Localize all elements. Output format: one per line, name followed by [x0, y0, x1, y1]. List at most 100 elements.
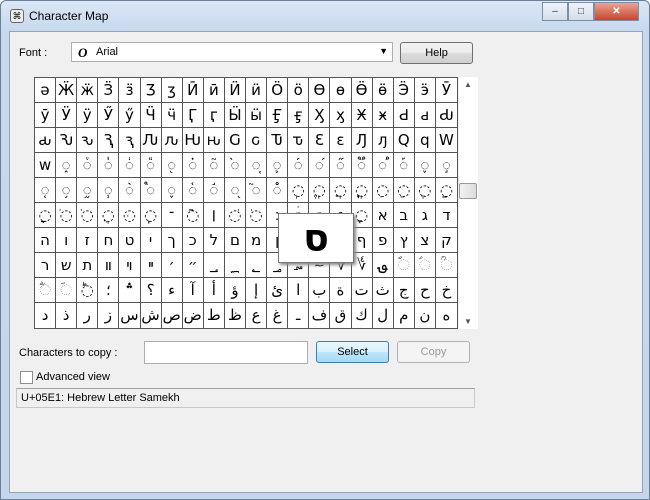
character-cell[interactable]: ◌֝ [309, 153, 331, 178]
character-cell[interactable]: װ [98, 253, 120, 278]
character-cell[interactable]: ◌֪ [161, 178, 183, 203]
character-cell[interactable]: ◌֫ [182, 178, 204, 203]
character-cell[interactable]: ء [161, 278, 183, 303]
character-cell[interactable]: ؞ [119, 278, 141, 303]
character-cell[interactable]: Ӳ [98, 103, 120, 128]
character-cell[interactable]: ׀ [203, 203, 225, 228]
character-cell[interactable]: ז [77, 228, 99, 253]
grid-scrollbar[interactable]: ▲ ▼ [459, 77, 478, 329]
character-cell[interactable]: إ [246, 278, 268, 303]
advanced-view-label[interactable]: Advanced view [36, 371, 110, 383]
character-cell[interactable]: ԉ [161, 128, 183, 153]
character-cell[interactable]: ӿ [372, 103, 394, 128]
character-cell[interactable]: ض [183, 303, 204, 328]
character-cell[interactable]: Ӣ [182, 78, 204, 103]
help-button[interactable]: Help [400, 42, 473, 64]
character-cell[interactable]: ◌ֺ [77, 203, 99, 228]
character-cell[interactable]: ׳ [161, 253, 183, 278]
character-cell[interactable]: ◌ֵ [393, 178, 415, 203]
minimize-button[interactable]: – [542, 2, 568, 21]
character-cell[interactable]: ד [435, 203, 457, 228]
character-cell[interactable]: ש [56, 253, 78, 278]
character-cell[interactable]: ف [309, 303, 331, 328]
copy-button[interactable]: Copy [397, 341, 470, 363]
character-cell[interactable]: ӱ [77, 103, 99, 128]
character-cell[interactable]: ת [77, 253, 99, 278]
character-cell[interactable]: ף [351, 228, 373, 253]
character-cell[interactable]: ◌ؒ [435, 253, 457, 278]
character-cell[interactable]: س [119, 303, 141, 328]
character-cell[interactable]: ◌֖ [161, 153, 183, 178]
character-cell[interactable]: ג [414, 203, 436, 228]
character-cell[interactable]: Ӥ [224, 78, 246, 103]
character-cell[interactable]: ◌ֽ [140, 203, 162, 228]
character-cell[interactable]: ◌ֿ [182, 203, 204, 228]
character-cell[interactable]: ◌֠ [372, 153, 394, 178]
character-cell[interactable]: Ӧ [267, 78, 289, 103]
character-cell[interactable]: Ӽ [309, 103, 331, 128]
character-cell[interactable]: מ [246, 228, 268, 253]
character-cell[interactable]: ԁ [414, 103, 436, 128]
character-cell[interactable]: ◌ֳ [351, 178, 373, 203]
character-cell[interactable]: ج [393, 278, 415, 303]
character-cell[interactable]: ح [414, 278, 436, 303]
character-cell[interactable]: ԏ [288, 128, 310, 153]
character-cell[interactable]: ◌ׇ [351, 203, 373, 228]
character-cell[interactable]: ◌ؑ [414, 253, 436, 278]
character-cell[interactable]: Ӝ [56, 78, 78, 103]
character-cell[interactable]: ؂ [246, 253, 268, 278]
character-cell[interactable]: ӝ [77, 78, 99, 103]
character-cell[interactable]: Ԝ [435, 128, 457, 153]
character-cell[interactable]: א [372, 203, 394, 228]
font-dropdown[interactable]: O Arial ▼ [71, 42, 393, 62]
scroll-up-icon[interactable]: ▲ [464, 80, 472, 89]
character-cell[interactable]: Ӭ [393, 78, 415, 103]
character-cell[interactable]: ◌֑ [56, 153, 78, 178]
character-cell[interactable]: ل [373, 303, 394, 328]
character-cell[interactable]: ◌ؕ [77, 278, 99, 303]
character-cell[interactable]: ԋ [203, 128, 225, 153]
character-cell[interactable]: ӫ [372, 78, 394, 103]
character-cell[interactable]: ב [393, 203, 415, 228]
character-cell[interactable]: ؛ [98, 278, 120, 303]
character-cell[interactable]: ؀ [203, 253, 225, 278]
character-cell[interactable]: ԑ [330, 128, 352, 153]
character-cell[interactable]: Ӷ [182, 103, 204, 128]
character-cell[interactable]: ◌ׂ [246, 203, 268, 228]
character-cell[interactable]: Ӟ [98, 78, 120, 103]
character-cell[interactable]: Ԓ [351, 128, 373, 153]
character-cell[interactable]: Ӡ [140, 78, 162, 103]
character-cell[interactable]: ◌ְ [288, 178, 310, 203]
character-cell[interactable]: ا [288, 278, 310, 303]
character-cell[interactable]: م [394, 303, 415, 328]
character-cell[interactable]: ӣ [203, 78, 225, 103]
character-cell[interactable]: ӷ [203, 103, 225, 128]
character-cell[interactable]: ӻ [288, 103, 310, 128]
character-cell[interactable]: Ӱ [56, 103, 78, 128]
chevron-down-icon[interactable]: ▼ [379, 46, 388, 56]
character-cell[interactable]: ט [119, 228, 141, 253]
character-cell[interactable]: ◌ֱ [309, 178, 331, 203]
character-cell[interactable]: ؁ [224, 253, 246, 278]
character-cell[interactable]: ױ [119, 253, 141, 278]
select-button[interactable]: Select [316, 341, 389, 363]
character-cell[interactable]: ԃ [35, 128, 57, 153]
character-cell[interactable]: خ [435, 278, 457, 303]
character-cell[interactable]: ◌֞ [330, 153, 352, 178]
character-cell[interactable]: ״ [182, 253, 204, 278]
character-cell[interactable]: ◌֧ [98, 178, 120, 203]
character-cell[interactable]: ӳ [119, 103, 141, 128]
character-cell[interactable]: Ԏ [267, 128, 289, 153]
character-cell[interactable]: ◌ׁ [224, 203, 246, 228]
character-cell[interactable]: ؟ [140, 278, 162, 303]
character-cell[interactable]: ӹ [246, 103, 268, 128]
character-cell[interactable]: ◌֡ [393, 153, 415, 178]
character-cell[interactable]: ◌֩ [140, 178, 162, 203]
character-cell[interactable]: ◌ֹ [56, 203, 78, 228]
character-cell[interactable]: ӟ [119, 78, 141, 103]
character-cell[interactable]: Ԋ [182, 128, 204, 153]
character-cell[interactable]: ◌ּ [119, 203, 141, 228]
character-cell[interactable]: ӯ [35, 103, 57, 128]
character-cell[interactable]: ק [435, 228, 457, 253]
character-cell[interactable]: ײ [140, 253, 162, 278]
